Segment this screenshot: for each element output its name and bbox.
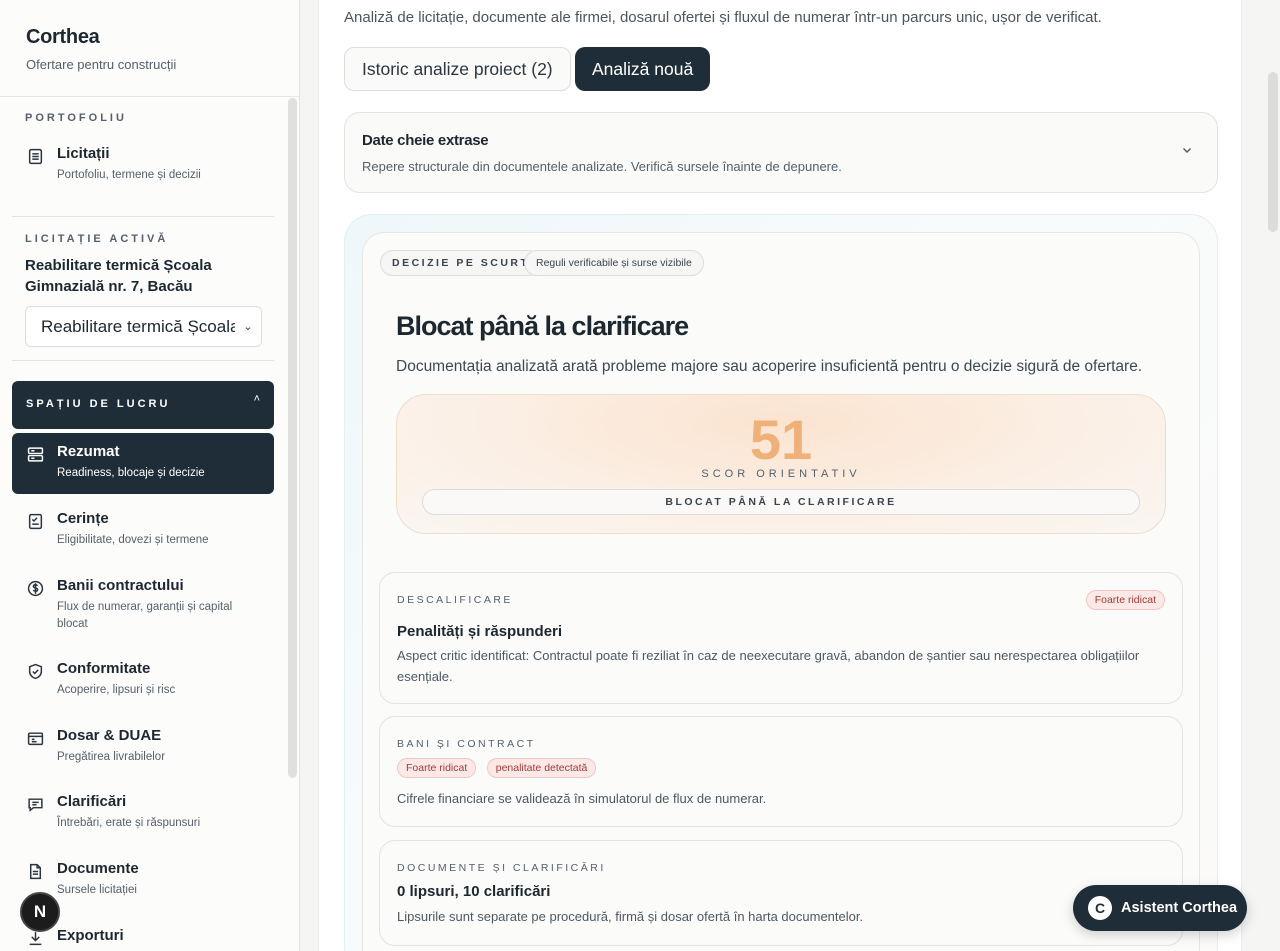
sidebar-item-desc: Sursele licitației	[57, 884, 137, 896]
block-label: DOCUMENTE ȘI CLARIFICĂRI	[397, 862, 606, 874]
sidebar-item-label: Cerințe	[57, 510, 109, 527]
sidebar-item-desc: Întrebări, erate și răspunsuri	[57, 817, 201, 829]
list-icon	[26, 147, 44, 165]
checklist-icon	[26, 512, 44, 530]
block-text: Aspect critic identificat: Contractul po…	[397, 648, 1140, 684]
document-icon	[26, 862, 44, 880]
assistant-label: Asistent Corthea	[1121, 900, 1238, 916]
sidebar-item-desc: Pregătirea livrabilelor	[57, 751, 166, 763]
tender-select[interactable]: Reabilitare termică Școala Gimnazială nr…	[25, 306, 262, 347]
extracted-title: Date cheie extrase	[362, 132, 489, 149]
extracted-data-panel[interactable]: Date cheie extrase Repere structurale di…	[344, 112, 1218, 193]
block-text: Cifrele financiare se validează în simul…	[397, 791, 767, 806]
sidebar-item-desc: Portofoliu, termene și decizii	[57, 169, 201, 181]
extracted-subtitle: Repere structurale din documentele anali…	[362, 159, 842, 174]
brand-subtitle: Ofertare pentru construcții	[26, 57, 177, 72]
assistant-button[interactable]: C Asistent Corthea	[1073, 885, 1247, 931]
history-button[interactable]: Istoric analize proiect (2)	[344, 47, 571, 91]
main-content: Analiză de licitație, documente ale firm…	[318, 0, 1242, 951]
block-label: DESCALIFICARE	[397, 594, 513, 606]
block-text: Lipsurile sunt separate pe procedură, fi…	[397, 909, 864, 924]
decision-card: DECIZIE PE SCURT Reguli verificabile și …	[362, 232, 1200, 951]
block-label: BANI ȘI CONTRACT	[397, 738, 536, 750]
sidebar-item-clarificari[interactable]: Clarificări Întrebări, erate și răspunsu…	[12, 783, 274, 842]
decision-description: Documentația analizată arată probleme ma…	[396, 358, 1143, 375]
page-scrollbar[interactable]	[1268, 72, 1278, 232]
decision-verdict: Blocat până la clarificare	[396, 311, 689, 341]
sidebar-item-licitatii[interactable]: Licitații Portofoliu, termene și decizii	[12, 135, 274, 194]
penalty-badge: penalitate detectată	[486, 758, 597, 778]
sidebar-item-rezumat[interactable]: Rezumat Readiness, blocaje și decizie	[12, 433, 274, 494]
sidebar-item-label: Rezumat	[57, 443, 120, 460]
chat-icon	[26, 795, 44, 813]
sidebar-item-banii-contractului[interactable]: Banii contractului Flux de numerar, gara…	[12, 567, 274, 643]
summary-icon	[26, 445, 44, 463]
sidebar-item-desc: Flux de numerar, garanții și capital blo…	[57, 601, 233, 630]
chevron-down-icon	[1181, 143, 1193, 161]
risk-badge: Foarte ridicat	[1085, 590, 1165, 610]
documents-block: DOCUMENTE ȘI CLARIFICĂRI 0 lipsuri, 10 c…	[379, 840, 1183, 946]
sidebar-scrollbar[interactable]	[288, 98, 297, 778]
sidebar-item-label: Documente	[57, 860, 139, 877]
score-status: BLOCAT PÂNĂ LA CLARIFICARE	[422, 489, 1140, 515]
new-analysis-button[interactable]: Analiză nouă	[575, 47, 711, 91]
decision-chip: DECIZIE PE SCURT	[380, 250, 542, 276]
tender-select-value: Reabilitare termică Școala Gimnazială nr…	[41, 317, 261, 336]
chevron-down-icon: ⌄	[235, 307, 261, 346]
decision-outer-card: DECIZIE PE SCURT Reguli verificabile și …	[344, 214, 1218, 951]
sidebar: Corthea Ofertare pentru construcții PORT…	[0, 0, 300, 951]
money-contract-block: BANI ȘI CONTRACT Foarte ridicat penalita…	[379, 716, 1183, 827]
sidebar-item-dosar-duae[interactable]: Dosar & DUAE Pregătirea livrabilelor	[12, 717, 274, 776]
assistant-avatar: C	[1088, 896, 1112, 920]
score-value: 51	[749, 408, 813, 471]
sidebar-item-desc: Eligibilitate, dovezi și termene	[57, 534, 209, 546]
sidebar-item-label: Banii contractului	[57, 577, 184, 594]
chevron-up-icon: ˄	[253, 393, 260, 405]
active-tender-section-label: LICITAȚIE ACTIVĂ	[25, 233, 169, 245]
dollar-icon	[26, 579, 44, 597]
folder-icon	[26, 729, 44, 747]
sidebar-divider	[12, 360, 274, 361]
risk-badge: Foarte ridicat	[397, 758, 477, 778]
sidebar-item-desc: Readiness, blocaje și decizie	[57, 467, 205, 479]
floating-badge[interactable]: N	[20, 892, 60, 932]
workspace-section-label: SPAȚIU DE LUCRU	[26, 398, 171, 410]
sidebar-item-label: Exporturi	[57, 927, 124, 944]
shield-check-icon	[26, 662, 44, 680]
sidebar-item-label: Conformitate	[57, 660, 151, 677]
sidebar-item-cerinte[interactable]: Cerințe Eligibilitate, dovezi și termene	[12, 500, 274, 559]
disqualification-block: DESCALIFICARE Foarte ridicat Penalități …	[379, 572, 1183, 704]
score-label: SCOR ORIENTATIV	[701, 468, 861, 480]
sidebar-item-desc: Acoperire, lipsuri și risc	[57, 684, 176, 696]
sidebar-item-label: Licitații	[57, 145, 110, 162]
intro-text: Analiză de licitație, documente ale firm…	[344, 9, 1102, 26]
badge-row: Foarte ridicat penalitate detectată	[397, 758, 597, 778]
workspace-section-toggle[interactable]: SPAȚIU DE LUCRU ˄	[12, 381, 274, 429]
active-tender-name: Reabilitare termică Școala Gimnazială nr…	[25, 257, 212, 295]
rules-chip: Reguli verificabile și surse vizibile	[524, 250, 704, 276]
portfolio-section-label: PORTOFOLIU	[25, 112, 127, 124]
brand-header: Corthea Ofertare pentru construcții	[0, 0, 299, 97]
sidebar-divider	[12, 216, 274, 217]
block-title: 0 lipsuri, 10 clarificări	[397, 883, 551, 900]
sidebar-item-conformitate[interactable]: Conformitate Acoperire, lipsuri și risc	[12, 650, 274, 709]
sidebar-item-label: Clarificări	[57, 793, 127, 810]
brand-name[interactable]: Corthea	[26, 26, 273, 49]
sidebar-item-label: Dosar & DUAE	[57, 727, 162, 744]
block-title: Penalități și răspunderi	[397, 623, 563, 640]
score-card: 51 SCOR ORIENTATIV BLOCAT PÂNĂ LA CLARIF…	[396, 394, 1166, 534]
